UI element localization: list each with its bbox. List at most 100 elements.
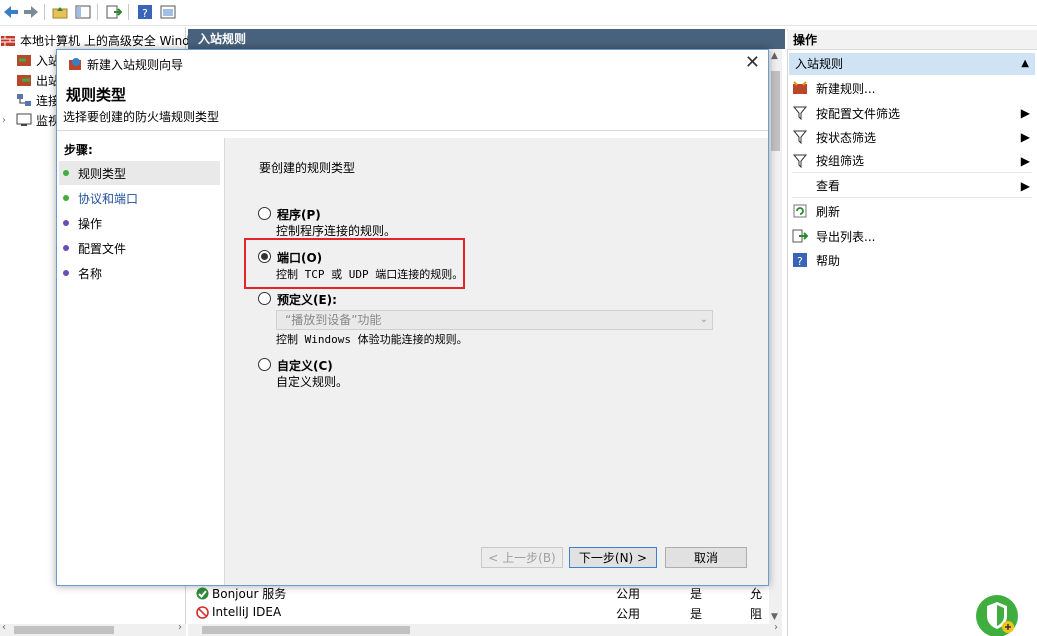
radio-program[interactable]: 程序(P) bbox=[258, 206, 321, 223]
allow-check-icon bbox=[196, 587, 209, 600]
new-rule-icon bbox=[792, 80, 808, 96]
export-list-icon[interactable] bbox=[105, 3, 123, 21]
outbound-rules-icon bbox=[17, 75, 31, 86]
scroll-up-icon[interactable]: ▲ bbox=[771, 51, 778, 61]
submenu-arrow-icon: ▶ bbox=[1020, 179, 1030, 193]
radio-predefined[interactable]: 预定义(E): bbox=[258, 291, 337, 308]
security-shield-icon[interactable] bbox=[975, 594, 1019, 636]
radio-custom[interactable]: 自定义(C) bbox=[258, 357, 333, 374]
steps-title: 步骤: bbox=[64, 143, 93, 157]
action-export-list[interactable]: 导出列表... bbox=[792, 224, 1032, 248]
table-row[interactable]: Bonjour 服务 公用 是 允 bbox=[192, 583, 782, 603]
back-arrow-icon[interactable] bbox=[2, 3, 20, 21]
close-icon[interactable]: ✕ bbox=[745, 52, 760, 73]
rule-name-cell: Bonjour 服务 bbox=[196, 585, 286, 602]
scroll-right-icon[interactable]: › bbox=[774, 622, 778, 633]
scrollbar-thumb[interactable] bbox=[771, 71, 780, 151]
dialog-divider bbox=[57, 130, 768, 131]
radio-button[interactable] bbox=[258, 358, 271, 371]
action-new-rule[interactable]: 新建规则... bbox=[792, 76, 1032, 100]
svg-text:?: ? bbox=[142, 7, 148, 20]
inbound-rules-icon bbox=[17, 55, 31, 66]
radio-button[interactable] bbox=[258, 207, 271, 220]
show-hide-tree-icon[interactable] bbox=[74, 3, 92, 21]
rule-type-prompt: 要创建的规则类型 bbox=[259, 161, 356, 175]
tree-item-outbound[interactable]: 出站 bbox=[16, 70, 60, 90]
step-profile[interactable]: 配置文件 bbox=[59, 236, 220, 260]
port-description: 控制 TCP 或 UDP 端口连接的规则。 bbox=[276, 268, 464, 281]
center-header: 入站规则 bbox=[188, 29, 785, 49]
forward-arrow-icon[interactable] bbox=[22, 3, 40, 21]
tree-item-connection[interactable]: 连接 bbox=[16, 90, 60, 110]
radio-port[interactable]: 端口(O) bbox=[258, 249, 322, 266]
next-button[interactable]: 下一步(N) > bbox=[569, 547, 657, 568]
scroll-right-icon[interactable]: › bbox=[178, 622, 182, 633]
toolbar: ? bbox=[0, 0, 1037, 26]
action-refresh[interactable]: 刷新 bbox=[792, 199, 1032, 223]
radio-button[interactable] bbox=[258, 292, 271, 305]
expand-chevron-icon[interactable]: › bbox=[2, 115, 12, 126]
tree-root-label: 本地计算机 上的高级安全 Wind bbox=[20, 33, 190, 48]
step-status-icon bbox=[63, 270, 69, 276]
filter-icon bbox=[792, 129, 808, 145]
filter-icon bbox=[792, 105, 808, 121]
center-vertical-scrollbar[interactable]: ▲ ▼ bbox=[769, 49, 782, 624]
dialog-heading: 规则类型 bbox=[66, 86, 127, 104]
action-help[interactable]: ? 帮助 bbox=[792, 248, 1032, 272]
chevron-down-icon: ⌄ bbox=[699, 314, 708, 325]
action-filter-state[interactable]: 按状态筛选 ▶ bbox=[792, 125, 1032, 149]
dialog-subheading: 选择要创建的防火墙规则类型 bbox=[63, 110, 220, 124]
left-horizontal-scrollbar[interactable]: ‹ › bbox=[0, 622, 186, 636]
step-status-icon bbox=[63, 170, 69, 176]
scrollbar-thumb[interactable] bbox=[202, 626, 410, 634]
center-horizontal-scrollbar[interactable]: › bbox=[188, 622, 782, 636]
actions-title: 操作 bbox=[787, 30, 1037, 50]
dialog-titlebar: 新建入站规则向导 ✕ bbox=[57, 50, 768, 78]
table-row[interactable]: IntelliJ IDEA 公用 是 阻 bbox=[192, 603, 782, 623]
custom-description: 自定义规则。 bbox=[276, 375, 349, 389]
step-rule-type[interactable]: 规则类型 bbox=[59, 161, 220, 185]
step-status-icon bbox=[63, 195, 69, 201]
step-name[interactable]: 名称 bbox=[59, 261, 220, 285]
up-folder-icon[interactable] bbox=[51, 3, 69, 21]
block-icon bbox=[196, 605, 209, 619]
filter-icon bbox=[792, 153, 808, 169]
radio-button-selected[interactable] bbox=[258, 250, 271, 263]
wizard-icon bbox=[69, 58, 81, 70]
view-spacer bbox=[792, 178, 808, 194]
action-filter-profile[interactable]: 按配置文件筛选 ▶ bbox=[792, 101, 1032, 125]
tree-item-monitor[interactable]: › 监视 bbox=[2, 110, 60, 130]
enabled-cell: 是 bbox=[690, 587, 703, 601]
help-icon[interactable]: ? bbox=[136, 3, 154, 21]
connection-security-icon bbox=[17, 94, 31, 106]
scroll-left-icon[interactable]: ‹ bbox=[2, 622, 6, 633]
scrollbar-thumb[interactable] bbox=[14, 626, 114, 634]
collapse-caret-icon[interactable]: ▲ bbox=[1021, 53, 1029, 75]
step-status-icon bbox=[63, 245, 69, 251]
scroll-down-icon[interactable]: ▼ bbox=[771, 612, 778, 622]
action-cell: 阻 bbox=[750, 607, 763, 621]
tree-item-inbound[interactable]: 入站 bbox=[16, 50, 60, 70]
submenu-arrow-icon: ▶ bbox=[1020, 130, 1030, 144]
toolbar-separator bbox=[97, 4, 98, 20]
monitor-icon bbox=[16, 113, 32, 126]
predefined-select[interactable]: “播放到设备”功能 ⌄ bbox=[276, 310, 713, 330]
tree-root-item[interactable]: 本地计算机 上的高级安全 Wind bbox=[0, 30, 190, 50]
properties-icon[interactable] bbox=[159, 3, 177, 21]
step-status-icon bbox=[63, 220, 69, 226]
toolbar-separator bbox=[128, 4, 129, 20]
step-action[interactable]: 操作 bbox=[59, 211, 220, 235]
predefined-description: 控制 Windows 体验功能连接的规则。 bbox=[276, 333, 468, 346]
actions-section-header[interactable]: 入站规则 ▲ bbox=[789, 53, 1035, 75]
toolbar-separator bbox=[44, 4, 45, 20]
refresh-icon bbox=[792, 203, 808, 219]
action-view[interactable]: 查看 ▶ bbox=[792, 174, 1032, 198]
dialog-title: 新建入站规则向导 bbox=[87, 58, 184, 72]
step-protocol-port[interactable]: 协议和端口 bbox=[59, 186, 220, 210]
cancel-button[interactable]: 取消 bbox=[665, 547, 747, 568]
submenu-arrow-icon: ▶ bbox=[1020, 154, 1030, 168]
action-filter-group[interactable]: 按组筛选 ▶ bbox=[792, 149, 1032, 173]
back-button[interactable]: < 上一步(B) bbox=[481, 547, 563, 568]
enabled-cell: 是 bbox=[690, 607, 703, 621]
help-icon: ? bbox=[792, 252, 808, 268]
